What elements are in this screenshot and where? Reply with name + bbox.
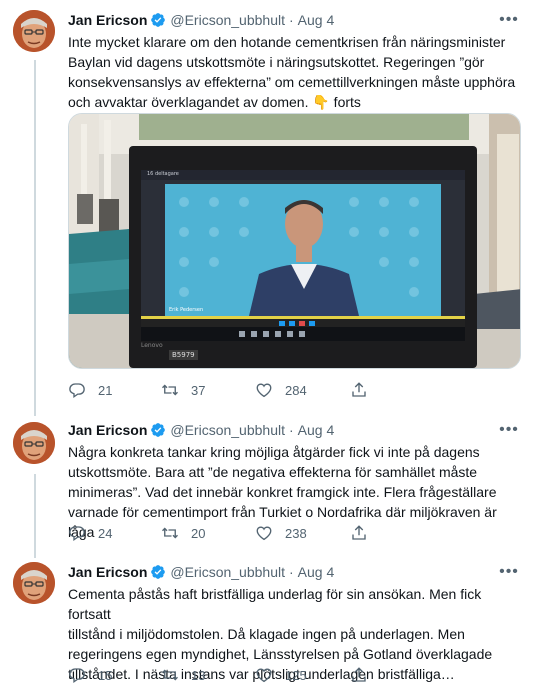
tweet-media-photo[interactable]: 16 deltagare Erik Pedersen Lenovo B5979 <box>68 113 521 369</box>
author-handle[interactable]: @Ericson_ubbhult <box>170 12 285 28</box>
retweet-count: 20 <box>191 525 206 541</box>
tweet-text-line: konsekvensanslys av effekterna” om cemet… <box>68 74 516 90</box>
reply-count: 15 <box>98 667 113 683</box>
tweet-text-line: Några konkreta tankar kring möjliga åtgä… <box>68 444 480 460</box>
author-name[interactable]: Jan Ericson <box>68 422 147 438</box>
laptop-brand: Lenovo <box>141 342 163 349</box>
like-count: 125 <box>285 667 307 683</box>
retweet-button[interactable]: 20 <box>161 523 205 543</box>
verified-badge-icon <box>150 564 166 580</box>
more-dots-icon[interactable]: ••• <box>498 10 520 30</box>
retweet-button[interactable]: 13 <box>161 665 205 685</box>
tweet-text-line: regeringens egen myndighet, Länsstyrelse… <box>68 646 493 662</box>
tweet-actions: 15 13 125 <box>68 665 508 685</box>
heart-icon <box>256 383 272 398</box>
tweet-text-line: Cementa påstås haft bristfälliga underla… <box>68 586 482 622</box>
tweet-text-line: tillstånd i miljödomstolen. Då klagade i… <box>68 626 465 642</box>
like-button[interactable]: 238 <box>255 523 307 543</box>
author-name[interactable]: Jan Ericson <box>68 12 147 28</box>
avatar[interactable] <box>13 422 55 464</box>
reply-button[interactable]: 21 <box>68 380 112 400</box>
tweet-date[interactable]: Aug 4 <box>298 12 335 28</box>
share-icon <box>352 525 366 540</box>
reply-icon <box>69 668 85 684</box>
heart-icon <box>256 668 272 683</box>
retweet-icon <box>162 669 178 681</box>
tweet-header: Jan Ericson @Ericson_ubbhult · Aug 4 <box>68 10 334 30</box>
participant-label: Erik Pedersen <box>169 307 204 313</box>
retweet-icon <box>162 527 178 539</box>
author-handle[interactable]: @Ericson_ubbhult <box>170 564 285 580</box>
tweet-actions: 24 20 238 <box>68 523 508 543</box>
reply-button[interactable]: 15 <box>68 665 112 685</box>
retweet-button[interactable]: 37 <box>161 380 205 400</box>
screen-header-text: 16 deltagare <box>147 171 179 177</box>
tweet-text-line: minimeras”. Vad det innebär konkret fram… <box>68 484 497 500</box>
share-button[interactable] <box>350 380 368 400</box>
tweet-date[interactable]: Aug 4 <box>298 422 335 438</box>
author-handle[interactable]: @Ericson_ubbhult <box>170 422 285 438</box>
retweet-icon <box>162 384 178 396</box>
separator: · <box>289 12 294 28</box>
retweet-count: 13 <box>191 667 206 683</box>
tweet-date[interactable]: Aug 4 <box>298 564 335 580</box>
author-name[interactable]: Jan Ericson <box>68 564 147 580</box>
share-button[interactable] <box>350 523 368 543</box>
tweet-3[interactable]: Jan Ericson @Ericson_ubbhult · Aug 4 •••… <box>0 552 534 695</box>
separator: · <box>289 422 294 438</box>
tweet-header: Jan Ericson @Ericson_ubbhult · Aug 4 <box>68 562 334 582</box>
share-button[interactable] <box>350 665 368 685</box>
sticker-label: B5979 <box>169 350 198 360</box>
heart-icon <box>256 526 272 541</box>
reply-count: 24 <box>98 525 113 541</box>
separator: · <box>289 564 294 580</box>
reply-button[interactable]: 24 <box>68 523 112 543</box>
tweet-text-line: Inte mycket klarare om den hotande cemen… <box>68 34 506 50</box>
reply-icon <box>69 383 85 399</box>
retweet-count: 37 <box>191 382 206 398</box>
avatar[interactable] <box>13 562 55 604</box>
tweet-1[interactable]: Jan Ericson @Ericson_ubbhult · Aug 4 •••… <box>0 0 534 410</box>
tweet-header: Jan Ericson @Ericson_ubbhult · Aug 4 <box>68 420 334 440</box>
like-button[interactable]: 125 <box>255 665 307 685</box>
like-button[interactable]: 284 <box>255 380 307 400</box>
tweet-text: Inte mycket klarare om den hotande cemen… <box>68 32 524 112</box>
reply-icon <box>69 526 85 542</box>
share-icon <box>352 667 366 682</box>
more-dots-icon[interactable]: ••• <box>498 562 520 582</box>
reply-count: 21 <box>98 382 113 398</box>
more-dots-icon[interactable]: ••• <box>498 420 520 440</box>
tweet-text-line: Baylan vid dagens utskottsmöte i närings… <box>68 54 485 70</box>
avatar[interactable] <box>13 10 55 52</box>
like-count: 284 <box>285 382 307 398</box>
share-icon <box>352 382 366 397</box>
verified-badge-icon <box>150 422 166 438</box>
verified-badge-icon <box>150 12 166 28</box>
like-count: 238 <box>285 525 307 541</box>
tweet-2[interactable]: Jan Ericson @Ericson_ubbhult · Aug 4 •••… <box>0 410 534 550</box>
tweet-text-line: utskottsmöte. Bara att ”de negativa effe… <box>68 464 478 480</box>
tweet-actions: 21 37 284 <box>68 380 508 400</box>
tweet-text-line: och avvaktar överklagandet av domen. 👇 f… <box>68 94 361 110</box>
